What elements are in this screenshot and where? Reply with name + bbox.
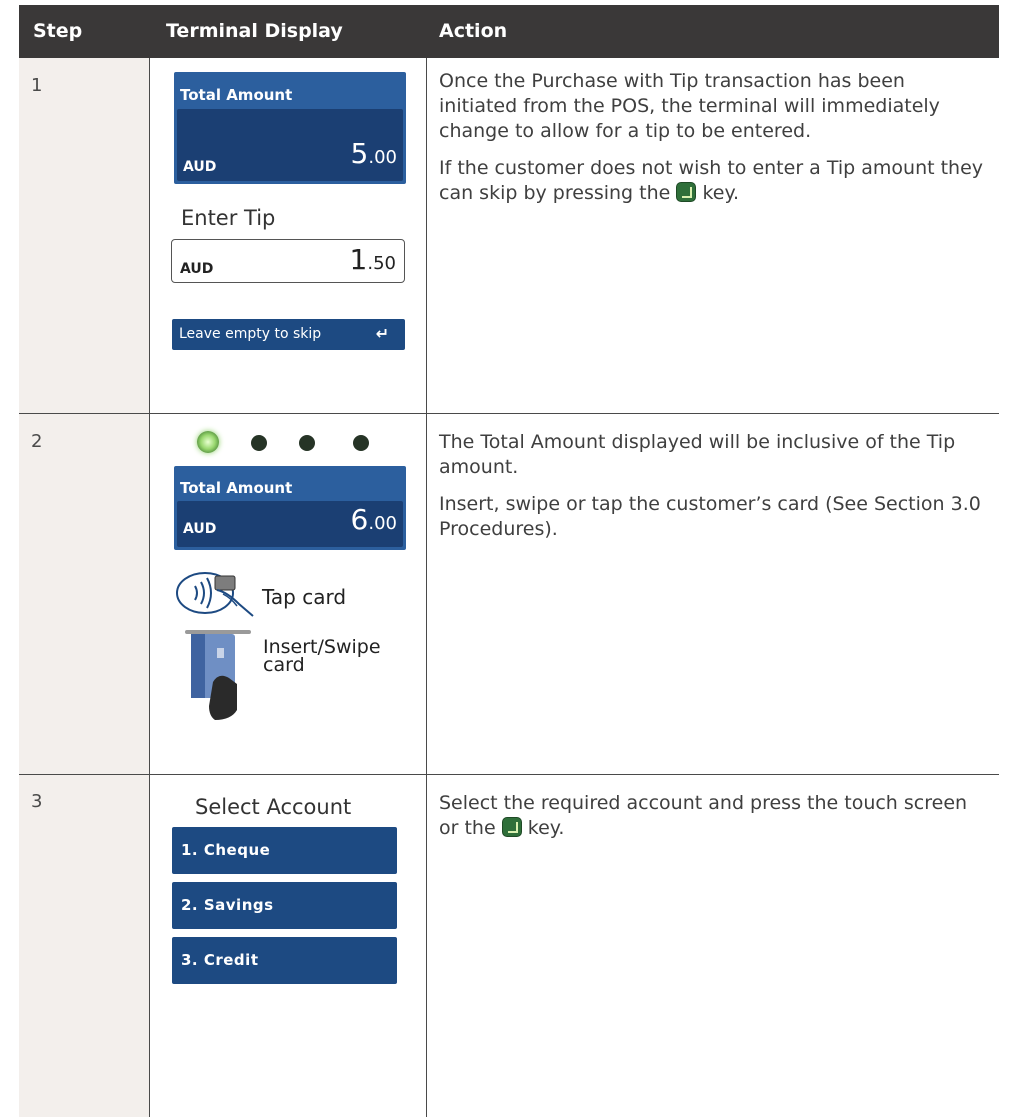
total-amount-panel: AUD 6.00 (177, 501, 403, 547)
total-amount-label: Total Amount (180, 479, 293, 497)
account-button-savings[interactable]: 2. Savings (172, 882, 397, 929)
action-text: Select the required account and press th… (439, 792, 968, 839)
total-amount-value: 6.00 (350, 503, 397, 536)
tip-amount-value: 1.50 (349, 243, 396, 276)
column-divider (149, 58, 150, 1117)
card-insert-icon (185, 630, 251, 720)
action-cell-2: The Total Amount displayed will be inclu… (439, 430, 989, 554)
total-amount-panel: AUD 5.00 (177, 109, 403, 181)
step-number: 1 (31, 75, 43, 96)
led-indicator (353, 435, 369, 451)
row-divider (19, 774, 999, 775)
enter-tip-heading: Enter Tip (181, 206, 276, 230)
row-divider (19, 413, 999, 414)
action-text: If the customer does not wish to enter a… (439, 157, 984, 204)
step-cell-3 (19, 775, 149, 1117)
enter-key-icon (676, 182, 697, 202)
header-terminal-display: Terminal Display (166, 20, 343, 42)
enter-key-icon: ↵ (375, 324, 389, 343)
led-indicator (251, 435, 267, 451)
account-button-credit[interactable]: 3. Credit (172, 937, 397, 984)
total-amount-screen: Total Amount AUD 6.00 (174, 466, 406, 550)
action-text: Insert, swipe or tap the customer’s card… (439, 493, 981, 540)
step-number: 3 (31, 791, 43, 812)
action-cell-1: Once the Purchase with Tip transaction h… (439, 69, 989, 218)
total-amount-value: 5.00 (350, 137, 397, 170)
action-cell-3: Select the required account and press th… (439, 791, 989, 853)
step-cell-1 (19, 58, 149, 413)
step-number: 2 (31, 431, 43, 452)
tip-currency-label: AUD (180, 261, 214, 277)
led-indicator (299, 435, 315, 451)
action-text: The Total Amount displayed will be inclu… (439, 431, 956, 478)
currency-label: AUD (183, 521, 217, 537)
skip-tip-label: Leave empty to skip (179, 326, 322, 342)
tap-card-label: Tap card (262, 585, 347, 609)
account-button-cheque[interactable]: 1. Cheque (172, 827, 397, 874)
table-header: Step Terminal Display Action (19, 5, 999, 58)
select-account-heading: Select Account (195, 795, 352, 819)
currency-label: AUD (183, 159, 217, 175)
led-indicator-active (197, 431, 219, 453)
insert-swipe-card-label: Insert/Swipe card (263, 636, 381, 676)
column-divider (426, 58, 427, 1117)
step-cell-2 (19, 414, 149, 774)
header-step: Step (33, 20, 83, 42)
header-action: Action (439, 20, 508, 42)
action-text: Once the Purchase with Tip transaction h… (439, 70, 940, 142)
total-amount-screen: Total Amount AUD 5.00 (174, 72, 406, 184)
contactless-tap-icon (176, 572, 254, 617)
total-amount-label: Total Amount (180, 86, 293, 104)
tip-amount-field[interactable]: AUD 1.50 (171, 239, 405, 283)
enter-key-icon (501, 817, 522, 837)
skip-tip-button[interactable]: Leave empty to skip ↵ (172, 319, 405, 350)
